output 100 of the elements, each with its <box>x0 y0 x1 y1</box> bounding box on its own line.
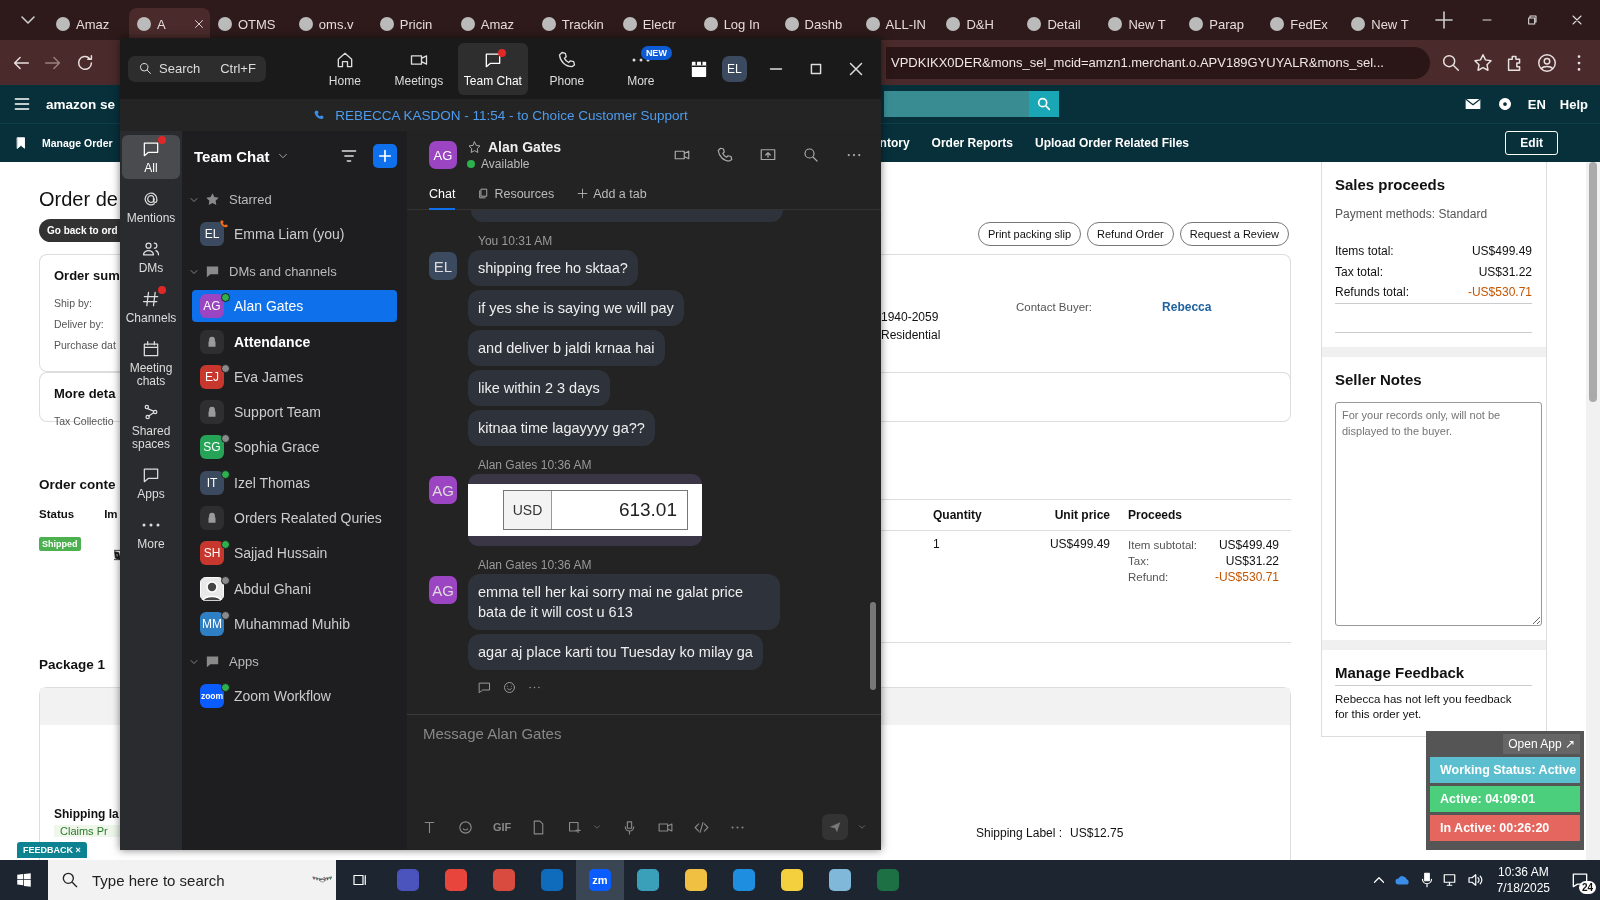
chat-list-item[interactable]: SG Sophia Grace <box>192 431 397 464</box>
phone-icon[interactable] <box>716 146 734 164</box>
section-header[interactable]: Apps <box>188 643 397 681</box>
scrollbar-thumb[interactable] <box>1589 162 1597 402</box>
favicon-icon <box>541 17 556 31</box>
star-icon[interactable] <box>1472 51 1494 74</box>
browser-tab[interactable]: Trackin <box>533 8 615 40</box>
chat-list-item[interactable]: SH Sajjad Hussain <box>192 537 397 570</box>
rail-item[interactable]: DMs <box>122 235 180 279</box>
language-selector[interactable]: EN <box>1527 96 1546 112</box>
rail-item[interactable]: Meeting chats <box>122 335 180 392</box>
browser-tab[interactable]: ALL-IN <box>857 8 939 40</box>
nav-tab[interactable]: NEW More <box>605 42 676 95</box>
browser-tab[interactable]: Electr <box>614 8 696 40</box>
user-avatar[interactable]: EL <box>721 55 747 82</box>
gif-button[interactable]: GIF <box>493 818 512 836</box>
chat-list-item[interactable]: Attendance <box>192 325 397 358</box>
chat-list-item[interactable]: MM Muhammad Muhib <box>192 607 397 640</box>
buyer-link[interactable]: Rebecca <box>1162 297 1212 318</box>
nav-link[interactable]: Manage Order <box>42 137 113 149</box>
chat-tab[interactable]: Chat <box>429 179 456 210</box>
favicon-icon <box>784 17 799 31</box>
send-button[interactable] <box>822 814 848 840</box>
browser-tab[interactable]: Dashb <box>776 8 858 40</box>
chat-list-item[interactable]: Abdul Ghani <box>192 572 397 605</box>
search-field[interactable]: Search Ctrl+F <box>128 55 266 82</box>
browser-tab[interactable]: Amaz <box>48 8 129 40</box>
emoji-icon[interactable] <box>457 818 474 836</box>
browser-tab[interactable]: Log In <box>695 8 777 40</box>
profile-icon[interactable] <box>1536 51 1558 74</box>
browser-tab[interactable]: oms.v <box>290 8 372 40</box>
browser-tab[interactable]: Pricin <box>371 8 453 40</box>
chat-list-item[interactable]: EJ Eva James <box>192 360 397 393</box>
message-field[interactable]: Message Alan Gates <box>407 715 881 752</box>
avatar: EJ <box>200 364 224 389</box>
logo[interactable]: amazon se <box>46 96 118 112</box>
open-app-button[interactable]: Open App ↗ <box>1503 734 1580 754</box>
rail-item[interactable]: More <box>122 511 180 555</box>
address-type: Residential <box>881 328 942 342</box>
star-icon[interactable] <box>467 139 482 155</box>
action-button[interactable]: Print packing slip <box>977 222 1082 246</box>
chat-list-item[interactable]: EL Emma Liam (you) <box>192 218 397 250</box>
nav-tab[interactable]: Home <box>309 42 380 95</box>
nav-link[interactable]: Upload Order Related Files <box>1034 136 1189 150</box>
browser-tab[interactable]: A <box>128 8 210 40</box>
edit-button[interactable]: Edit <box>1505 131 1558 155</box>
bookmark-icon[interactable] <box>14 136 28 150</box>
message-bubble: emma tell her kai sorry mai ne galat price bata de it will cost u 613 <box>468 574 780 630</box>
taskbar-app-icon[interactable]: zm <box>576 860 624 900</box>
search-button[interactable] <box>1029 91 1059 117</box>
search-icon[interactable] <box>802 146 820 164</box>
notifications-button[interactable]: 24 <box>1560 860 1600 900</box>
back-button[interactable]: Go back to ord <box>39 219 120 242</box>
search-field[interactable]: Type here to search <box>48 860 336 900</box>
rail-item[interactable]: Apps <box>122 461 180 505</box>
nav-tab[interactable]: Meetings <box>383 42 454 95</box>
browser-tab[interactable]: New T <box>1100 8 1182 40</box>
browser-tab[interactable]: New T <box>1343 8 1425 40</box>
feedback-tab[interactable]: FEEDBACK × <box>17 842 87 858</box>
chat-list-item[interactable]: IT Izel Thomas <box>192 466 397 499</box>
section-header[interactable]: DMs and channels <box>188 253 397 291</box>
browser-tab[interactable]: D&H <box>938 8 1020 40</box>
rail-item[interactable]: Shared spaces <box>122 398 180 455</box>
search-field[interactable] <box>884 91 1029 117</box>
help-link[interactable]: Help <box>1559 96 1588 112</box>
chat-tab[interactable]: Resources <box>477 179 555 208</box>
add-button[interactable] <box>373 144 397 168</box>
browser-tab[interactable]: Amaz <box>452 8 534 40</box>
browser-tab[interactable]: Detail <box>1019 8 1101 40</box>
reply-icon[interactable] <box>477 680 492 695</box>
nav-link[interactable]: Order Reports <box>931 136 1013 150</box>
column-header: Im <box>104 508 118 520</box>
clock[interactable]: 10:36 AM 7/18/2025 <box>1486 864 1560 896</box>
rail-item[interactable]: Channels <box>122 285 180 329</box>
more-icon <box>630 56 651 63</box>
lock-icon <box>200 506 224 531</box>
rail-item[interactable]: All <box>122 135 180 179</box>
chat-list-item[interactable]: Support Team <box>192 396 397 429</box>
avatar: EL <box>429 252 457 280</box>
emoji-icon[interactable] <box>502 680 517 695</box>
address-bar[interactable]: VPDKIKX0DER&mons_sel_mcid=amzn1.merchant.o.APV189GYUYALR&mons_sel... <box>886 46 1430 79</box>
call-banner[interactable]: REBECCA KASDON - 11:54 - to Choice Customer Support <box>120 99 881 131</box>
scrollbar-thumb[interactable] <box>870 602 876 690</box>
notes-field[interactable]: For your records only, will not be displayed to the buyer. <box>1335 401 1542 626</box>
message-bubble: shipping free ho sktaa? <box>468 250 638 286</box>
chat-list-item[interactable]: Orders Realated Quries <box>192 502 397 535</box>
action-button[interactable]: Request a Review <box>1179 222 1289 246</box>
section-header[interactable]: Starred <box>188 181 397 218</box>
list-title[interactable]: Team Chat <box>194 147 270 165</box>
chat-tab[interactable]: Add a tab <box>576 179 647 208</box>
browser-tab[interactable]: OTMS <box>209 8 291 40</box>
chat-list-item[interactable]: zoom Zoom Workflow <box>192 680 397 713</box>
browser-tab[interactable]: FedEx <box>1262 8 1344 40</box>
action-button[interactable]: Refund Order <box>1087 222 1174 246</box>
nav-tab[interactable]: Team Chat <box>457 42 528 95</box>
nav-tab[interactable]: Phone <box>531 42 602 95</box>
browser-tab[interactable]: Parap <box>1181 8 1263 40</box>
chat-list-item[interactable]: AG Alan Gates <box>192 290 397 323</box>
rail-item[interactable]: Mentions <box>122 185 180 229</box>
table-cell-text: Tax: <box>1128 554 1150 569</box>
